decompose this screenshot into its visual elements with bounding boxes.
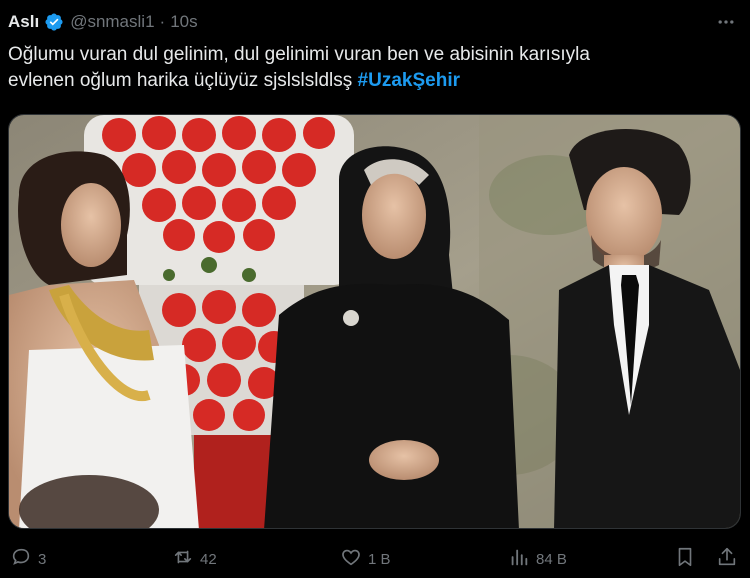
tweet-text-line-2-body: evlenen oğlum harika üçlüyüz sjslslsldls… [8, 70, 358, 91]
hashtag-link[interactable]: #UzakŞehir [358, 70, 460, 91]
separator-dot: · [159, 12, 166, 31]
tweet-text-line-2: evlenen oğlum harika üçlüyüz sjslslsldls… [8, 68, 733, 94]
reply-count: 3 [38, 550, 47, 568]
user-handle[interactable]: @snmasli1 [70, 12, 154, 32]
views-count: 84 B [536, 550, 567, 568]
share-button[interactable] [716, 544, 738, 574]
display-name[interactable]: Aslı [8, 12, 39, 32]
verified-badge-icon [44, 12, 64, 32]
timestamp[interactable]: 10s [170, 12, 197, 32]
repost-count: 42 [200, 550, 217, 568]
tweet-text-line-1: Oğlumu vuran dul gelinim, dul gelinimi v… [8, 44, 590, 65]
like-count: 1 B [368, 550, 391, 568]
like-button[interactable]: 1 B [340, 544, 391, 574]
share-icon [716, 546, 738, 572]
tweet-header: Aslı @snmasli1 · 10s [8, 10, 198, 34]
bookmark-button[interactable] [674, 544, 696, 574]
photo-scene [9, 115, 740, 528]
tweet-text: Oğlumu vuran dul gelinim, dul gelinimi v… [8, 42, 733, 94]
reply-icon [10, 546, 32, 572]
repost-button[interactable]: 42 [172, 544, 217, 574]
repost-icon [172, 546, 194, 572]
views-button[interactable]: 84 B [508, 544, 567, 574]
views-icon [508, 546, 530, 572]
bookmark-icon [674, 546, 696, 572]
reply-button[interactable]: 3 [10, 544, 46, 574]
action-bar: 3 42 1 B 84 B [0, 544, 750, 574]
more-icon[interactable] [714, 10, 738, 34]
tweet-photo[interactable] [8, 114, 741, 529]
like-icon [340, 546, 362, 572]
